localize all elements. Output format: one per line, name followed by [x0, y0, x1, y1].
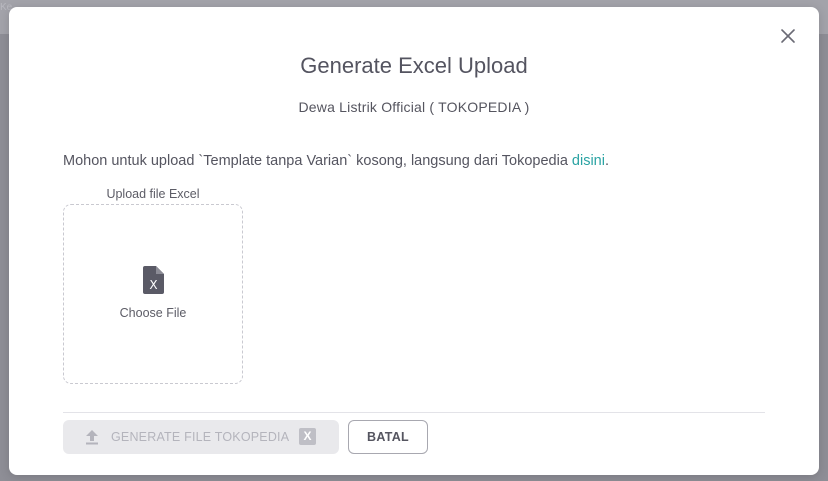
choose-file-text: Choose File — [119, 306, 187, 320]
modal-title: Generate Excel Upload — [300, 53, 528, 78]
svg-text:X: X — [149, 278, 157, 292]
upload-label: Upload file Excel — [106, 187, 200, 201]
generate-file-button[interactable]: GENERATE FILE TOKOPEDIA X — [63, 420, 339, 454]
file-dropzone[interactable]: X Choose File — [63, 204, 243, 384]
footer-divider — [63, 412, 765, 413]
modal-subtitle: Dewa Listrik Official ( TOKOPEDIA ) — [298, 99, 530, 115]
close-icon — [781, 29, 795, 43]
instruction-text: Mohon untuk upload `Template tanpa Varia… — [63, 153, 609, 169]
generate-excel-modal: Generate Excel Upload Dewa Listrik Offic… — [9, 7, 819, 475]
template-download-link[interactable]: disini — [572, 153, 605, 169]
instruction-body: Mohon untuk upload `Template tanpa Varia… — [63, 153, 572, 169]
upload-icon — [86, 430, 98, 445]
instruction-period: . — [604, 153, 609, 169]
excel-file-icon: X — [143, 266, 164, 294]
cancel-button[interactable]: BATAL — [348, 420, 428, 454]
excel-badge-icon: X — [299, 428, 316, 445]
generate-button-label: GENERATE FILE TOKOPEDIA — [111, 430, 290, 444]
close-button[interactable] — [779, 27, 797, 45]
